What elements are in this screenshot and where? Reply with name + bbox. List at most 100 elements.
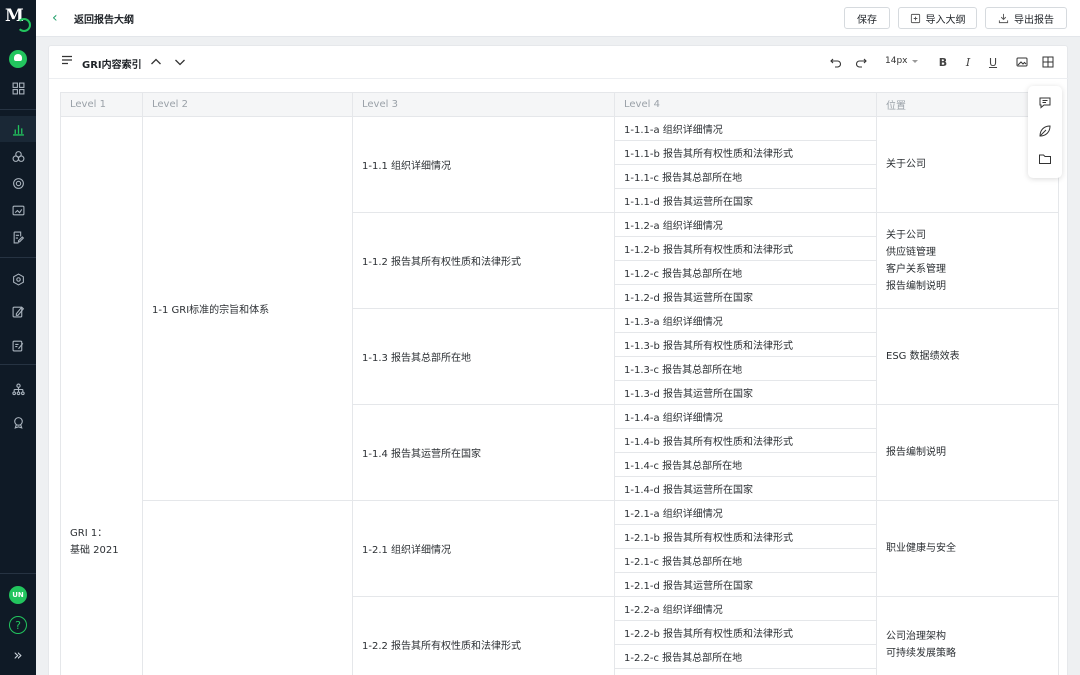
cell-level-4[interactable]: 1-1.3-a 组织详细情况 [614,308,877,333]
cell-level-3[interactable]: 1-1.4 报告其运营所在国家 [352,404,615,501]
cell-level-4[interactable]: 1-2.1-c 报告其总部所在地 [614,548,877,573]
help-icon[interactable]: ? [9,616,27,634]
floating-tool-panel [1028,86,1062,178]
image-insert-icon[interactable] [1015,55,1029,69]
import-outline-button[interactable]: 导入大纲 [898,7,977,29]
table-row: 1-2.1 组织详细情况 1-2.1-a 组织详细情况职业健康与安全 [61,500,1059,675]
cell-position[interactable]: ESG 数据绩效表 [876,308,1059,405]
italic-button[interactable]: I [961,55,975,69]
cell-level-4[interactable]: 1-2.2-d 报告其运营所在国家 [614,668,877,675]
cell-level-4[interactable]: 1-1.2-b 报告其所有权性质和法律形式 [614,236,877,261]
level-1-line: GRI 1： [70,528,108,539]
cell-level-4[interactable]: 1-2.2-b 报告其所有权性质和法律形式 [614,620,877,645]
position-item: 报告编制说明 [886,447,946,458]
expand-sidebar-icon[interactable]: » [9,646,27,664]
cell-level-3[interactable]: 1-2.1 组织详细情况 [352,500,615,597]
back-button[interactable]: ‹ 返回报告大纲 [52,10,134,26]
cell-level-2[interactable] [142,500,353,675]
folder-icon[interactable] [1038,152,1052,166]
cell-level-2[interactable]: 1-1 GRI标准的宗旨和体系 [142,116,353,501]
header-level-2: Level 2 [142,92,353,117]
cell-level-4[interactable]: 1-1.3-c 报告其总部所在地 [614,356,877,381]
data-circles-icon[interactable] [0,143,36,169]
chevron-up-icon[interactable] [149,55,163,69]
save-button[interactable]: 保存 [844,7,890,29]
cell-level-4[interactable]: 1-1.2-d 报告其运营所在国家 [614,284,877,309]
leaf-icon[interactable] [1038,124,1052,138]
cell-level-4[interactable]: 1-1.4-a 组织详细情况 [614,404,877,429]
compose-icon[interactable] [0,332,36,358]
cell-level-4[interactable]: 1-2.1-d 报告其运营所在国家 [614,572,877,597]
image-library-icon[interactable] [0,197,36,223]
chevron-left-icon: ‹ [52,10,58,26]
cell-level-4[interactable]: 1-1.3-d 报告其运营所在国家 [614,380,877,405]
cell-level-4[interactable]: 1-1.4-b 报告其所有权性质和法律形式 [614,428,877,453]
target-icon[interactable] [0,170,36,196]
editor-toolbar: GRI内容索引 14px B I U [49,46,1069,79]
table-row: GRI 1： 基础 2021 1-1 GRI标准的宗旨和体系 1-1.1 组织详细情况… [60,116,1059,675]
sidebar-divider [0,257,36,258]
outline-menu-icon[interactable] [61,54,73,66]
document-title: GRI内容索引 [82,60,142,71]
cell-level-3[interactable]: 1-1.2 报告其所有权性质和法律形式 [352,212,615,309]
cell-position[interactable]: 报告编制说明 [876,404,1059,501]
cell-level-3[interactable]: 1-2.2 报告其所有权性质和法律形式 [352,596,615,675]
org-structure-icon[interactable] [0,376,36,402]
cell-level-4[interactable]: 1-2.1-a 组织详细情况 [614,500,877,525]
table-insert-icon[interactable] [1041,55,1055,69]
back-label: 返回报告大纲 [74,14,134,26]
dashboard-grid-icon[interactable] [0,75,36,101]
header-level-1: Level 1 [60,92,143,117]
edit-document-icon[interactable] [0,224,36,250]
edit-form-icon[interactable] [0,298,36,324]
cell-level-4[interactable]: 1-1.4-c 报告其总部所在地 [614,452,877,477]
cell-level-4[interactable]: 1-1.1-d 报告其运营所在国家 [614,188,877,213]
position-item: 供应链管理 [886,246,936,258]
caret-down-icon [911,59,918,63]
cell-level-1[interactable]: GRI 1： 基础 2021 [60,116,143,675]
position-item: ESG 数据绩效表 [886,351,960,362]
cell-level-4[interactable]: 1-1.2-c 报告其总部所在地 [614,260,877,285]
underline-button[interactable]: U [986,55,1000,69]
cell-level-4[interactable]: 1-1.1-a 组织详细情况 [614,116,877,141]
header-level-3: Level 3 [352,92,615,117]
font-size-value: 14px [885,56,908,66]
cell-level-4[interactable]: 1-1.1-c 报告其总部所在地 [614,164,877,189]
cell-level-4[interactable]: 1-1.3-b 报告其所有权性质和法律形式 [614,332,877,357]
cell-level-4[interactable]: 1-2.1-b 报告其所有权性质和法律形式 [614,524,877,549]
workspace-avatar[interactable] [9,50,27,68]
position-item: 公司治理架构 [886,630,946,642]
sidebar-divider [0,109,36,110]
import-icon [910,13,920,23]
sidebar: M UN ? » [0,0,36,675]
app-logo[interactable]: M [5,6,31,32]
cell-level-4[interactable]: 1-1.4-d 报告其运营所在国家 [614,476,877,501]
position-item: 职业健康与安全 [886,543,956,554]
cell-level-3[interactable]: 1-1.3 报告其总部所在地 [352,308,615,405]
cell-position[interactable]: 关于公司 供应链管理 客户关系管理 报告编制说明 [876,212,1059,309]
user-avatar[interactable]: UN [9,586,27,604]
cell-level-3[interactable]: 1-1.1 组织详细情况 [352,116,615,213]
export-report-button[interactable]: 导出报告 [985,7,1067,29]
editor-card: GRI内容索引 14px B I U Level 1 Level 2 Level… [48,45,1069,675]
report-chart-icon[interactable] [0,116,36,142]
position-item: 可持续发展策略 [886,647,956,659]
bold-button[interactable]: B [936,55,950,69]
cell-position[interactable]: 职业健康与安全 [876,500,1059,597]
table-body: GRI 1： 基础 2021 1-1 GRI标准的宗旨和体系 1-1.1 组织详细情况… [60,116,1059,675]
sidebar-divider [0,573,36,574]
comment-icon[interactable] [1038,96,1052,110]
sidebar-divider [0,364,36,365]
gri-content-table: Level 1 Level 2 Level 3 Level 4 位置 GRI 1… [60,92,1059,675]
font-size-select[interactable]: 14px [885,56,918,66]
hexagon-settings-icon[interactable] [0,266,36,292]
cell-level-4[interactable]: 1-1.2-a 组织详细情况 [614,212,877,237]
chevron-down-icon[interactable] [173,55,187,69]
cell-level-4[interactable]: 1-2.2-a 组织详细情况 [614,596,877,621]
cell-level-4[interactable]: 1-1.1-b 报告其所有权性质和法律形式 [614,140,877,165]
undo-icon[interactable] [829,55,843,69]
cell-level-4[interactable]: 1-2.2-c 报告其总部所在地 [614,644,877,669]
award-icon[interactable] [0,409,36,435]
cell-position[interactable]: 公司治理架构 可持续发展策略 [876,596,1059,675]
redo-icon[interactable] [854,55,868,69]
